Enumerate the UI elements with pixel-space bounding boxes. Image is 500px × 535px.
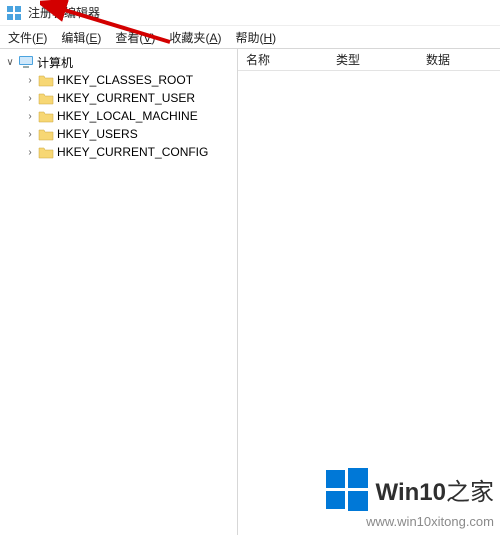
regedit-icon [6,5,22,21]
tree-node-hku[interactable]: › HKEY_USERS [20,125,237,143]
content-split: ∨ 计算机 › [0,48,500,535]
window-titlebar: 注册表编辑器 [0,0,500,26]
menu-help[interactable]: 帮助(H) [235,29,276,46]
tree-node-label: HKEY_USERS [57,127,138,141]
expand-icon[interactable]: › [24,111,36,122]
tree-node-hkcr[interactable]: › HKEY_CLASSES_ROOT [20,71,237,89]
folder-icon [38,144,54,160]
folder-icon [38,126,54,142]
folder-icon [38,72,54,88]
folder-icon [38,90,54,106]
column-header-type[interactable]: 类型 [328,51,418,68]
menubar: 文件(F) 编辑(E) 查看(V) 收藏夹(A) 帮助(H) [0,26,500,48]
tree-node-hkcc[interactable]: › HKEY_CURRENT_CONFIG [20,143,237,161]
list-pane[interactable]: 名称 类型 数据 [238,49,500,535]
collapse-icon[interactable]: ∨ [4,57,16,68]
tree-children: › HKEY_CLASSES_ROOT › HKEY_CURRENT_USER [0,71,237,161]
tree-node-hkcu[interactable]: › HKEY_CURRENT_USER [20,89,237,107]
expand-icon[interactable]: › [24,129,36,140]
expand-icon[interactable]: › [24,75,36,86]
list-body[interactable] [238,71,500,535]
menu-edit[interactable]: 编辑(E) [61,29,101,46]
expand-icon[interactable]: › [24,147,36,158]
tree-node-label: HKEY_LOCAL_MACHINE [57,109,198,123]
expand-icon[interactable]: › [24,93,36,104]
list-header: 名称 类型 数据 [238,49,500,71]
menu-view[interactable]: 查看(V) [115,29,155,46]
window-title: 注册表编辑器 [28,4,100,21]
tree-root-label: 计算机 [37,54,73,71]
tree-node-label: HKEY_CURRENT_CONFIG [57,145,208,159]
folder-icon [38,108,54,124]
computer-icon [18,54,34,70]
column-header-name[interactable]: 名称 [238,51,328,68]
column-header-data[interactable]: 数据 [418,51,500,68]
tree-node-label: HKEY_CURRENT_USER [57,91,195,105]
tree-root-computer[interactable]: ∨ 计算机 [0,53,237,71]
menu-file[interactable]: 文件(F) [8,29,47,46]
menu-favorites[interactable]: 收藏夹(A) [169,29,221,46]
tree-node-hklm[interactable]: › HKEY_LOCAL_MACHINE [20,107,237,125]
tree-pane[interactable]: ∨ 计算机 › [0,49,238,535]
tree-node-label: HKEY_CLASSES_ROOT [57,73,193,87]
